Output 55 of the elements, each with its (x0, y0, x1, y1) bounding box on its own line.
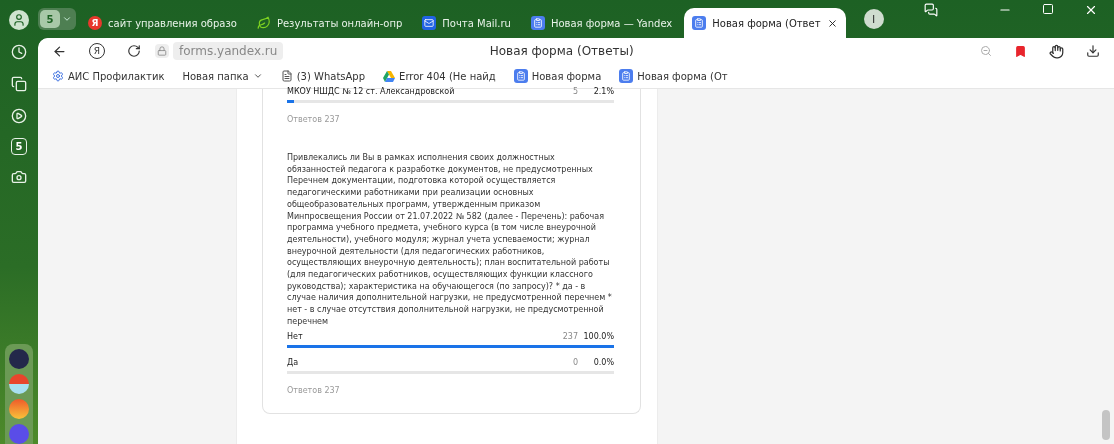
bookmark-item[interactable]: Новая папка (182, 70, 263, 82)
option-count: 237 (561, 331, 578, 341)
reload-icon[interactable] (127, 44, 141, 58)
close-icon[interactable] (826, 17, 838, 29)
form-icon (513, 69, 528, 83)
option-percent: 100.0% (582, 331, 614, 341)
profile-avatar[interactable]: I (863, 9, 884, 29)
close-icon[interactable] (1084, 3, 1098, 17)
answers-count: Ответов 237 (287, 385, 341, 395)
download-icon[interactable] (1086, 44, 1100, 58)
tab-group-button[interactable]: 5 (38, 8, 76, 30)
yandex-favicon: Я (88, 16, 102, 30)
page-icon (280, 70, 293, 82)
gear-icon (52, 70, 64, 82)
option-percent: 0.0% (592, 357, 614, 367)
form-icon (692, 16, 707, 30)
bookmark-item[interactable]: АИС Профилактик (52, 70, 165, 82)
browser-tab[interactable]: Я сайт управления образо (80, 8, 245, 38)
bookmark-item[interactable]: Новая форма (513, 69, 602, 83)
browser-tab[interactable]: Новая форма (Ответ (684, 8, 846, 38)
tabs-icon[interactable] (9, 74, 29, 94)
option-label: Нет (287, 331, 304, 341)
sidebar-badge[interactable]: 5 (11, 138, 27, 155)
page-title: Новая форма (Ответы) (488, 44, 635, 58)
option-percent: 2.1% (592, 87, 614, 96)
bookmark-item[interactable]: Error 404 (Не найд (383, 70, 496, 82)
history-icon[interactable] (9, 42, 29, 62)
answers-count: Ответов 237 (287, 115, 341, 124)
leaf-icon (256, 16, 271, 30)
maximize-icon[interactable] (1042, 3, 1054, 15)
play-icon[interactable] (9, 106, 29, 126)
form-icon (619, 69, 634, 83)
browser-tab[interactable]: Результаты онлайн-опр (248, 8, 411, 38)
option-count: 0 (571, 357, 578, 367)
option-label: Да (287, 357, 300, 367)
option-label: МКОУ НШДС № 12 ст. Александровской (287, 87, 456, 96)
app-icon[interactable] (9, 349, 29, 369)
option-count: 5 (571, 87, 578, 96)
chevron-icon (62, 14, 72, 24)
hand-icon[interactable] (1049, 43, 1064, 59)
browser-tab[interactable]: Почта Mail.ru (414, 8, 519, 38)
umbrella-app-icon[interactable] (9, 374, 29, 394)
back-icon[interactable] (52, 43, 67, 59)
chevron-icon (252, 71, 263, 81)
profile-icon[interactable] (9, 10, 29, 30)
question-text: Привлекались ли Вы в рамках исполнения своих должностных обязанностей педагога к разработке документов, не предусмотренных Перечнем документации, подготовка которой осуществляется педагогическими работниками при реализации основных общеобразовательных программ, утвержденным приказом Минпросвещения России от 21.07.2022 № 582 (далее - Перечень): рабочая программа учебного предмета, учебного курса (в том числе внеурочной деятельности), учебного модуля; журнал учета успеваемости; журнал внеурочной деятельности (для педагогических работников, осуществляющих внеурочную деятельность); план воспитательной работы (для педагогических работников, осуществляющих функции классного руководства); характеристика на обучающегося (по запросу)? * да - в случае наличия дополнительной нагрузки, не предусмотренной перечнем * нет - в случае отсутствия дополнительной нагрузки, не предусмотренной перечнем (287, 152, 613, 328)
bookmark-icon[interactable] (1014, 44, 1027, 58)
bookmark-item[interactable]: (3) WhatsApp (280, 70, 366, 82)
drive-icon (383, 70, 396, 82)
browser-tab[interactable]: Новая форма — Yandex (522, 8, 681, 38)
chat-icon[interactable] (924, 3, 938, 17)
mail-icon (422, 16, 437, 30)
bookmark-item[interactable]: Новая форма (От (619, 69, 728, 83)
scrollbar-thumb[interactable] (1102, 410, 1110, 440)
form-icon (530, 16, 545, 30)
